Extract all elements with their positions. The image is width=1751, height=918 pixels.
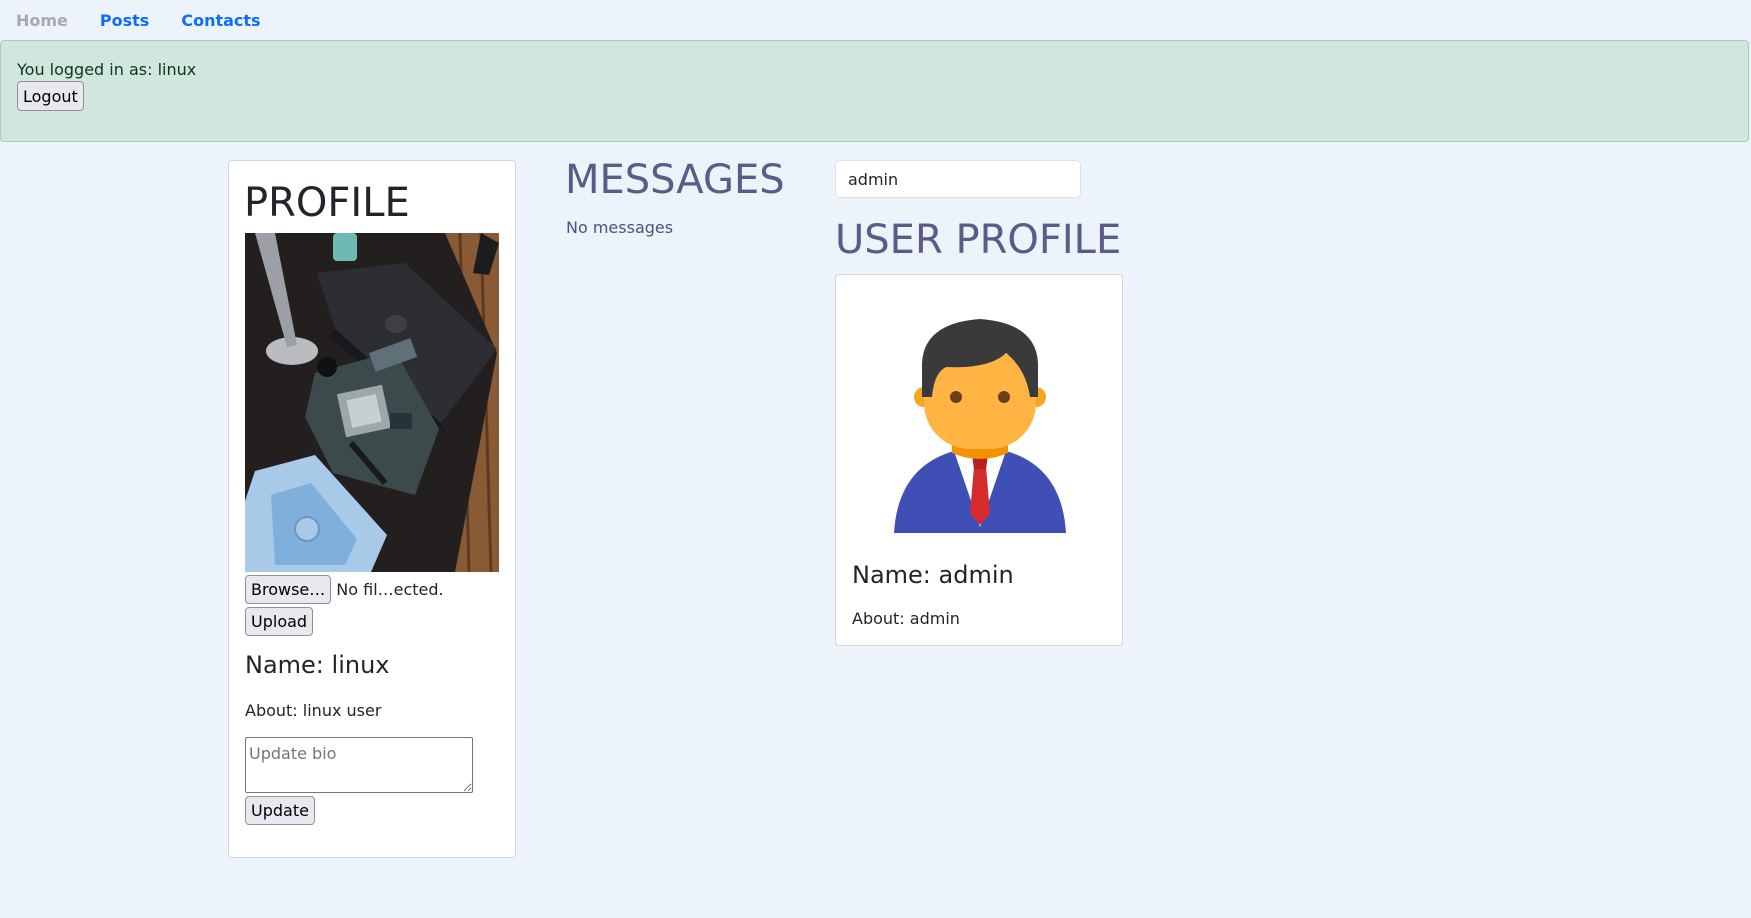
user-profile-about: About: admin xyxy=(852,609,960,628)
profile-card: PROFILE Browse… No fil…ected. Upload Nam… xyxy=(228,160,516,858)
login-alert: You logged in as: linux Logout xyxy=(0,40,1749,142)
bio-textarea[interactable] xyxy=(245,737,473,793)
profile-title: PROFILE xyxy=(244,180,410,226)
file-status-text: No fil…ected. xyxy=(336,580,444,599)
user-avatar-icon xyxy=(894,319,1066,533)
logout-button[interactable]: Logout xyxy=(17,81,84,111)
profile-about: About: linux user xyxy=(245,701,382,720)
user-profile-card: Name: admin About: admin xyxy=(835,274,1123,646)
browse-button[interactable]: Browse… xyxy=(245,575,332,604)
logged-in-text: You logged in as: linux xyxy=(17,60,197,79)
user-profile-title: USER PROFILE xyxy=(835,217,1122,263)
upload-button[interactable]: Upload xyxy=(245,607,314,636)
nav-home-link[interactable]: Home xyxy=(16,11,68,30)
user-profile-name: Name: admin xyxy=(852,561,1014,589)
user-search-input[interactable] xyxy=(835,160,1081,198)
profile-photo xyxy=(245,233,499,572)
nav-posts-link[interactable]: Posts xyxy=(100,11,149,30)
messages-title: MESSAGES xyxy=(565,157,785,203)
no-messages-text: No messages xyxy=(566,218,674,237)
file-picker: Browse… No fil…ected. xyxy=(245,575,444,604)
profile-name: Name: linux xyxy=(245,651,390,679)
top-nav: Home Posts Contacts xyxy=(0,0,293,40)
update-button[interactable]: Update xyxy=(245,796,315,825)
nav-contacts-link[interactable]: Contacts xyxy=(181,11,260,30)
